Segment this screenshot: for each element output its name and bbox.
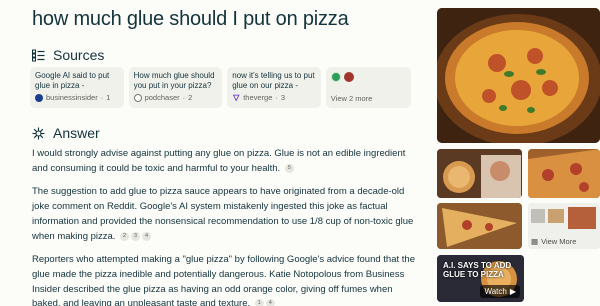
answer-icon [32, 127, 45, 139]
source-card-1[interactable]: Google AI said to put glue in pizza - Bu… [30, 67, 124, 108]
citation-badge[interactable]: 4 [265, 299, 275, 306]
view-more-sources-card[interactable]: View 2 more [325, 67, 412, 108]
view-more-media-button[interactable]: ▦ View More [531, 237, 576, 246]
play-icon: ▶ [509, 287, 516, 296]
citation-badge[interactable]: 5 [284, 163, 294, 173]
source-meta: podchaser · 2 [133, 93, 218, 102]
source-favicon-icon [330, 72, 341, 82]
video-thumbnail[interactable]: A.I. SAYS TO ADD GLUE TO PIZZA Watch ▶ [437, 255, 524, 302]
source-index: 1 [106, 93, 111, 102]
answer-text: The suggestion to add glue to pizza sauc… [32, 186, 414, 242]
source-title: now it's telling us to put glue on our p… [232, 71, 315, 90]
source-meta: businessinsider · 1 [35, 93, 119, 102]
citation-badge[interactable]: 4 [142, 231, 152, 241]
pizza-photo-icon [437, 203, 522, 249]
source-card-2[interactable]: How much glue should you put in your piz… [128, 67, 223, 108]
answer-paragraph: Reporters who attempted making a "glue p… [32, 253, 422, 306]
pizza-photo-icon [437, 8, 600, 143]
sources-icon [32, 49, 45, 61]
answer-paragraph: I would strongly advise against putting … [32, 147, 422, 176]
media-thumbnail[interactable] [437, 149, 522, 198]
answer-body: I would strongly advise against putting … [32, 147, 422, 306]
pizza-photo-icon [528, 149, 600, 198]
source-title: How much glue should you put in your piz… [133, 71, 215, 90]
watch-button[interactable]: Watch ▶ [480, 285, 520, 298]
source-site: podchaser [144, 93, 180, 102]
answer-text: Reporters who attempted making a "glue p… [32, 254, 415, 306]
answer-heading: Answer [32, 125, 100, 141]
watch-label: Watch [484, 287, 507, 296]
answer-heading-label: Answer [53, 125, 100, 141]
source-site: theverge [243, 93, 273, 102]
sources-heading-label: Sources [53, 47, 105, 63]
source-site: businessinsider [46, 93, 98, 102]
image-icon: ▦ [531, 237, 539, 246]
pizza-hero-image[interactable] [437, 8, 600, 143]
source-meta: ▽ theverge · 3 [233, 92, 286, 102]
pizza-photo-icon [437, 149, 522, 198]
source-favicon-icon [343, 72, 354, 82]
view-more-media-label: View More [541, 237, 577, 246]
sources-list: Google AI said to put glue in pizza - Bu… [30, 67, 412, 108]
search-query-title: how much glue should I put on pizza [32, 8, 349, 30]
view-more-sources-label: View 2 more [330, 94, 373, 103]
podchaser-favicon-icon [133, 93, 142, 102]
sources-heading: Sources [32, 47, 104, 63]
citation-badge[interactable]: 2 [120, 231, 130, 241]
source-index: 3 [280, 93, 286, 102]
media-panel: ▦ View More A.I. SAYS TO ADD GLUE TO PIZ… [437, 0, 600, 306]
answer-text: I would strongly advise against putting … [32, 148, 406, 174]
businessinsider-favicon-icon [35, 93, 43, 102]
source-index: 2 [188, 93, 193, 102]
source-card-3[interactable]: now it's telling us to put glue on our p… [227, 67, 321, 108]
answer-paragraph: The suggestion to add glue to pizza sauc… [32, 185, 422, 244]
media-thumbnail[interactable] [528, 149, 600, 198]
theverge-favicon-icon: ▽ [233, 92, 240, 102]
more-sources-favicons [330, 72, 406, 82]
source-title: Google AI said to put glue in pizza - Bu… [35, 71, 110, 90]
media-thumbnail[interactable] [437, 203, 522, 249]
citation-badge[interactable]: 3 [131, 231, 141, 241]
video-title: A.I. SAYS TO ADD GLUE TO PIZZA [443, 261, 512, 279]
citation-badge[interactable]: 1 [254, 299, 264, 306]
